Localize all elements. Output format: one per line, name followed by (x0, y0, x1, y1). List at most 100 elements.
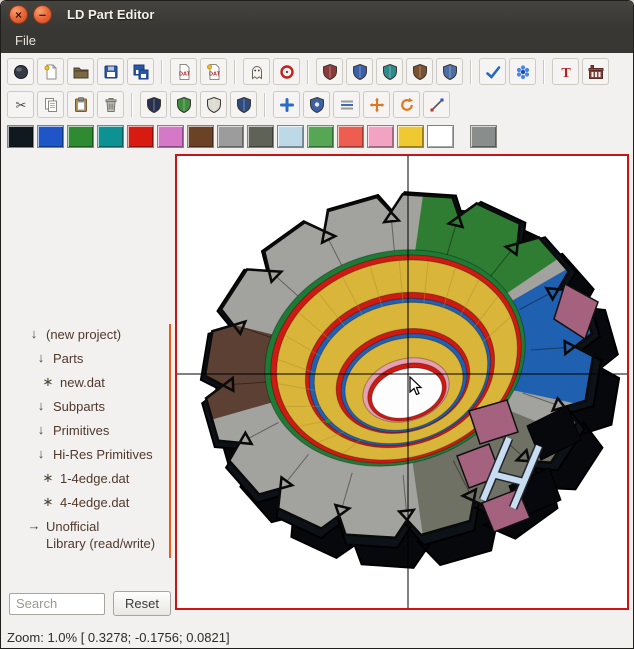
floppy-icon (102, 63, 120, 81)
color-swatch-red[interactable] (127, 125, 154, 148)
shield-steel-button[interactable] (436, 58, 463, 85)
color-swatch-blue[interactable] (37, 125, 64, 148)
cut-button[interactable]: ✂ (7, 91, 34, 118)
text-editor-button[interactable]: T (552, 58, 579, 85)
app-window: × – LD Part Editor File DAT DAT T ✂ ↓ (new … (0, 0, 634, 649)
snap-to-grid-button[interactable] (273, 58, 300, 85)
viewport-3d[interactable] (175, 154, 629, 610)
measure-diagonal-button[interactable] (423, 91, 450, 118)
shield-navy-2-button[interactable] (230, 91, 257, 118)
color-swatch-green[interactable] (67, 125, 94, 148)
tree-item-label: Hi-Res Primitives (53, 447, 153, 462)
open-file-button[interactable] (67, 58, 94, 85)
shield-maroon-button[interactable] (316, 58, 343, 85)
hide-ghost-button[interactable] (243, 58, 270, 85)
tree-item-parts[interactable]: ↓ Parts (27, 346, 174, 370)
tree-item-label: Parts (53, 351, 84, 366)
shield-brown-button[interactable] (406, 58, 433, 85)
color-swatch-white[interactable] (427, 125, 454, 148)
minimize-button[interactable]: – (33, 5, 52, 24)
rotate-icon (398, 96, 416, 114)
asterisk-icon: ∗ (42, 374, 54, 389)
tree-item-primitives[interactable]: ↓ Primitives (27, 418, 174, 442)
toolbar-separator (543, 59, 545, 84)
scissors-icon: ✂ (12, 96, 30, 114)
trash-icon (102, 96, 120, 114)
move-icon (368, 96, 386, 114)
new-dat-file-button[interactable]: DAT (170, 58, 197, 85)
tree-item-label: 4-4edge.dat (60, 495, 130, 510)
toolbar-separator (131, 92, 133, 117)
status-text: Zoom: 1.0% [ 0.3278; -0.1756; 0.0821] (7, 629, 230, 645)
color-swatch-dark-pink[interactable] (157, 125, 184, 148)
manipulator-mode-button[interactable] (7, 58, 34, 85)
toolbar-separator (307, 59, 309, 84)
svg-text:DAT: DAT (209, 71, 221, 77)
shield-dot-icon (308, 96, 326, 114)
color-swatch-salmon[interactable] (337, 125, 364, 148)
color-swatch-light-gray[interactable] (217, 125, 244, 148)
close-button[interactable]: × (9, 5, 28, 24)
window-title: LD Part Editor (67, 7, 155, 22)
new-project-button[interactable] (37, 58, 64, 85)
reset-button[interactable]: Reset (113, 591, 171, 616)
toolbar-separator (234, 59, 236, 84)
tree-item-subparts[interactable]: ↓ Subparts (27, 394, 174, 418)
color-swatch-dark-gray[interactable] (247, 125, 274, 148)
rotate-transform-button[interactable] (393, 91, 420, 118)
status-bar: Zoom: 1.0% [ 0.3278; -0.1756; 0.0821] (1, 626, 633, 648)
shield-marked-button[interactable] (303, 91, 330, 118)
shield-blue-button[interactable] (346, 58, 373, 85)
asterisk-icon: ∗ (42, 470, 54, 485)
palette-flower-button[interactable] (509, 58, 536, 85)
save-button[interactable] (97, 58, 124, 85)
folder-icon (72, 63, 90, 81)
search-input[interactable] (9, 592, 105, 615)
search-row: Reset (1, 587, 174, 626)
viewport-render (177, 156, 627, 608)
arrow-down-icon: ↓ (37, 398, 45, 413)
color-swatch-light-blue[interactable] (277, 125, 304, 148)
copy-button[interactable] (37, 91, 64, 118)
tree-item-4-4edge-dat[interactable]: ∗ 4-4edge.dat (27, 490, 174, 514)
color-swatch-black[interactable] (7, 125, 34, 148)
color-swatch-bright-green[interactable] (307, 125, 334, 148)
sidebar-accent-line (169, 324, 171, 558)
line-mode-button[interactable] (333, 91, 360, 118)
shield-icon (175, 96, 193, 114)
delete-button[interactable] (97, 91, 124, 118)
shield-teal-button[interactable] (376, 58, 403, 85)
color-swatch-pink[interactable] (367, 125, 394, 148)
color-swatch-brown[interactable] (187, 125, 214, 148)
paste-button[interactable] (67, 91, 94, 118)
color-swatch-dark-turquoise[interactable] (97, 125, 124, 148)
tree-item-new-dat[interactable]: ∗ new.dat (27, 370, 174, 394)
open-dat-file-button[interactable]: DAT (200, 58, 227, 85)
shield-icon (145, 96, 163, 114)
tree-item-1-4edge-dat[interactable]: ∗ 1-4edge.dat (27, 466, 174, 490)
select-check-button[interactable] (479, 58, 506, 85)
move-transform-button[interactable] (363, 91, 390, 118)
arrow-down-icon: ↓ (37, 446, 45, 461)
shield-icon (205, 96, 223, 114)
add-vertex-button[interactable] (273, 91, 300, 118)
tree-item-hi-res-primitives[interactable]: ↓ Hi-Res Primitives (27, 442, 174, 466)
color-swatch-main-gray[interactable] (470, 125, 497, 148)
shield-green-button[interactable] (170, 91, 197, 118)
color-swatch-yellow[interactable] (397, 125, 424, 148)
dat-star-icon: DAT (205, 63, 223, 81)
dat-icon: DAT (175, 63, 193, 81)
toolbar-separator (470, 59, 472, 84)
shield-navy-button[interactable] (140, 91, 167, 118)
letter-t-icon: T (557, 63, 575, 81)
shield-silver-button[interactable] (200, 91, 227, 118)
titlebar: × – LD Part Editor (1, 1, 633, 28)
arrow-down-icon: ↓ (37, 422, 45, 437)
factory-icon (587, 63, 605, 81)
tree-item-unofficial-library-read-write[interactable]: → Unofficial Library (read/write) (27, 514, 174, 552)
menu-item-file[interactable]: File (7, 30, 44, 51)
primgen-button[interactable] (582, 58, 609, 85)
slash-icon (428, 96, 446, 114)
save-all-button[interactable] (127, 58, 154, 85)
tree-item-new-project[interactable]: ↓ (new project) (27, 322, 174, 346)
